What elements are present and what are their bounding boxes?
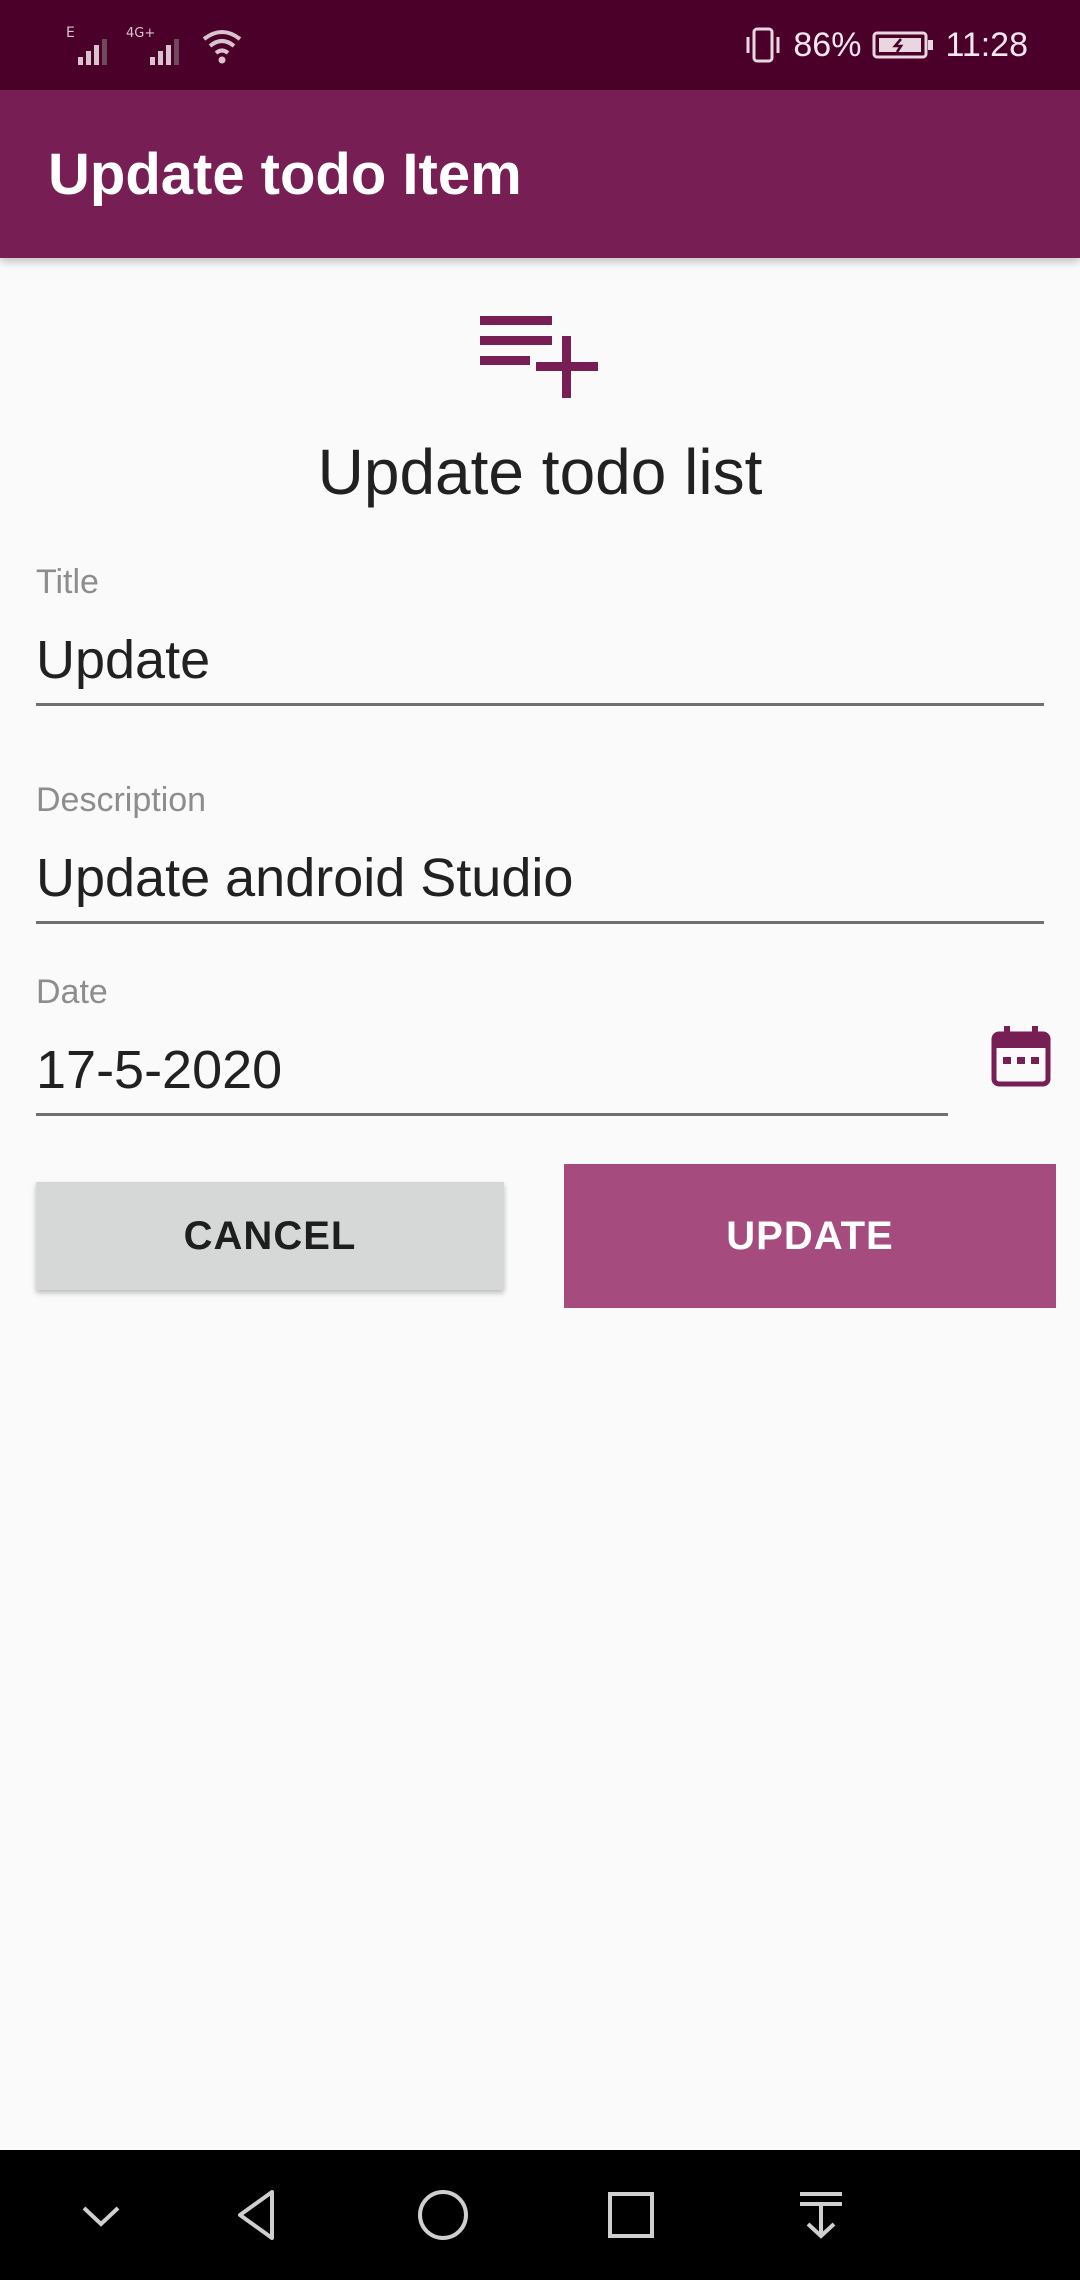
description-input[interactable]: [36, 834, 1044, 924]
signal-icon: E: [66, 25, 107, 65]
description-label: Description: [36, 781, 207, 819]
app-bar: Update todo Item: [0, 90, 1080, 258]
battery-charging-icon: [872, 31, 934, 59]
calendar-icon[interactable]: [990, 1024, 1052, 1088]
notifications-pull-icon[interactable]: [786, 2180, 856, 2250]
clock: 11:28: [945, 26, 1028, 64]
navigation-bar: [0, 2150, 1080, 2280]
title-input[interactable]: [36, 616, 1044, 706]
battery-percent: 86%: [793, 26, 862, 64]
back-icon[interactable]: [222, 2180, 292, 2250]
form-heading: Update todo list: [317, 436, 763, 508]
app-bar-title: Update todo Item: [48, 142, 522, 207]
status-left: E 4G+: [64, 18, 244, 72]
screen: E 4G+ 86% 11:28 Update todo Item Update …: [0, 0, 1080, 2280]
update-button[interactable]: UPDATE: [564, 1164, 1056, 1308]
network-type-2: 4G+: [126, 26, 155, 41]
playlist-add-icon: [480, 316, 598, 398]
home-icon[interactable]: [408, 2180, 478, 2250]
signal-icon-2: 4G+: [126, 26, 179, 65]
title-label: Title: [36, 563, 99, 601]
vibrate-icon: [746, 27, 780, 63]
date-input[interactable]: [36, 1026, 948, 1116]
recents-icon[interactable]: [596, 2180, 666, 2250]
wifi-icon: [202, 30, 242, 64]
chevron-down-icon[interactable]: [66, 2180, 136, 2250]
cancel-button[interactable]: CANCEL: [36, 1182, 504, 1290]
status-bar: E 4G+ 86% 11:28: [0, 0, 1080, 90]
date-label: Date: [36, 973, 108, 1011]
status-right: 86% 11:28: [743, 18, 1028, 72]
network-type-1: E: [66, 25, 75, 41]
